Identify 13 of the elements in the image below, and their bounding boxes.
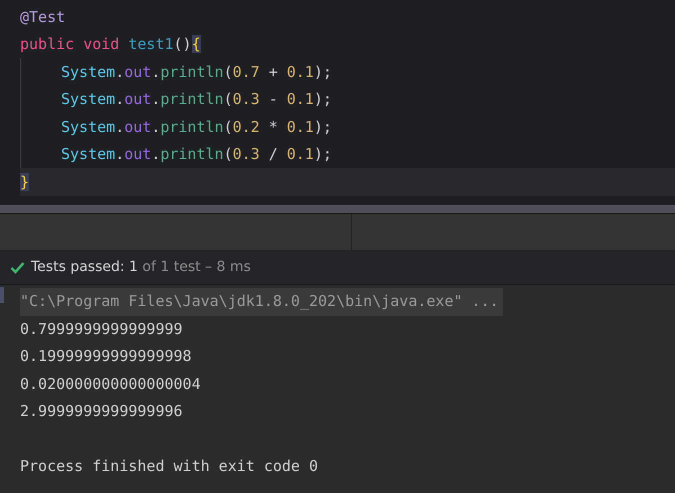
- code-line: public void test1(){: [20, 34, 201, 55]
- console-line: Process finished with exit code 0: [20, 456, 320, 476]
- code-line: @Test: [20, 6, 66, 28]
- code-line: System.out.println(0.3 / 0.1);: [61, 144, 332, 165]
- console-line: 2.9999999999999996: [20, 401, 184, 422]
- code-line: System.out.println(0.2 * 0.1);: [61, 116, 332, 138]
- splitter-bar[interactable]: [0, 205, 675, 213]
- code-line: System.out.println(0.3 - 0.1);: [61, 89, 332, 110]
- console-line: 0.020000000000000004: [20, 374, 202, 394]
- code-line: System.out.println(0.7 + 0.1);: [61, 62, 332, 82]
- test-status-text: Tests passed: 1 of 1 test – 8 ms: [31, 258, 251, 276]
- console-line: 0.7999999999999999: [20, 318, 184, 340]
- console-line: 0.19999999999999998: [20, 346, 193, 367]
